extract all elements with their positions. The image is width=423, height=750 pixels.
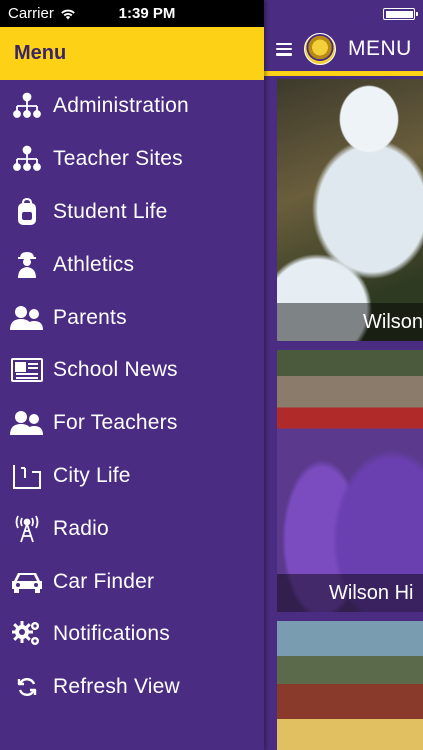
main-header: MENU [264,27,423,71]
nav-item-label: Athletics [53,252,135,276]
gears-icon [0,620,53,648]
refresh-icon [0,676,53,698]
status-bar: Carrier 1:39 PM [0,0,264,27]
main-panel: MENU Wilson Wilson Hi [264,0,423,750]
nav-item-label: Parents [53,305,127,329]
news-tile[interactable]: Wilson [277,79,423,341]
nav-item-parents[interactable]: Parents [0,291,264,344]
city-icon [0,462,53,490]
nav-item-city-life[interactable]: City Life [0,450,264,503]
nav-item-label: Car Finder [53,569,155,593]
drawer-title: Menu [0,27,264,80]
wifi-icon [60,8,76,20]
nav-item-label: For Teachers [53,411,178,435]
news-tile-caption: Wilson [277,303,423,341]
nav-item-administration[interactable]: Administration [0,80,264,133]
people-icon [0,305,53,331]
main-header-title: MENU [348,37,412,60]
news-tile[interactable] [277,621,423,750]
org-chart-icon [0,92,53,120]
nav-item-school-news[interactable]: School News [0,344,264,397]
carrier-label: Carrier [8,5,54,22]
news-tile[interactable]: Wilson Hi [277,350,423,612]
nav-item-for-teachers[interactable]: For Teachers [0,397,264,450]
nav-item-label: Administration [53,94,189,118]
nav-item-label: Teacher Sites [53,147,183,171]
drawer-nav: Administration Teacher Sites Student Lif… [0,80,264,714]
nav-item-refresh-view[interactable]: Refresh View [0,661,264,714]
side-drawer: Carrier 1:39 PM Menu Administration Teac… [0,0,264,750]
news-tiles: Wilson Wilson Hi [277,79,423,750]
nav-item-student-life[interactable]: Student Life [0,186,264,239]
hamburger-menu-icon[interactable] [276,42,292,56]
newspaper-icon [0,357,53,383]
people-icon [0,410,53,436]
nav-item-athletics[interactable]: Athletics [0,238,264,291]
nav-item-label: Student Life [53,199,168,223]
carrier-info: Carrier [8,5,76,22]
news-tile-caption: Wilson Hi [277,574,423,612]
main-status-bar [264,0,423,27]
header-divider [264,71,423,76]
nav-item-label: Refresh View [53,675,180,699]
school-crest-logo [304,33,336,65]
nav-item-car-finder[interactable]: Car Finder [0,555,264,608]
nav-item-radio[interactable]: Radio [0,502,264,555]
nav-item-label: Notifications [53,622,170,646]
nav-item-teacher-sites[interactable]: Teacher Sites [0,133,264,186]
nav-item-label: Radio [53,516,109,540]
backpack-icon [0,197,53,226]
radio-tower-icon [0,515,53,543]
nav-item-label: School News [53,358,178,382]
nav-item-label: City Life [53,463,131,487]
battery-icon [383,8,418,20]
coach-icon [0,251,53,279]
org-chart-icon [0,145,53,173]
car-icon [0,570,53,594]
nav-item-notifications[interactable]: Notifications [0,608,264,661]
